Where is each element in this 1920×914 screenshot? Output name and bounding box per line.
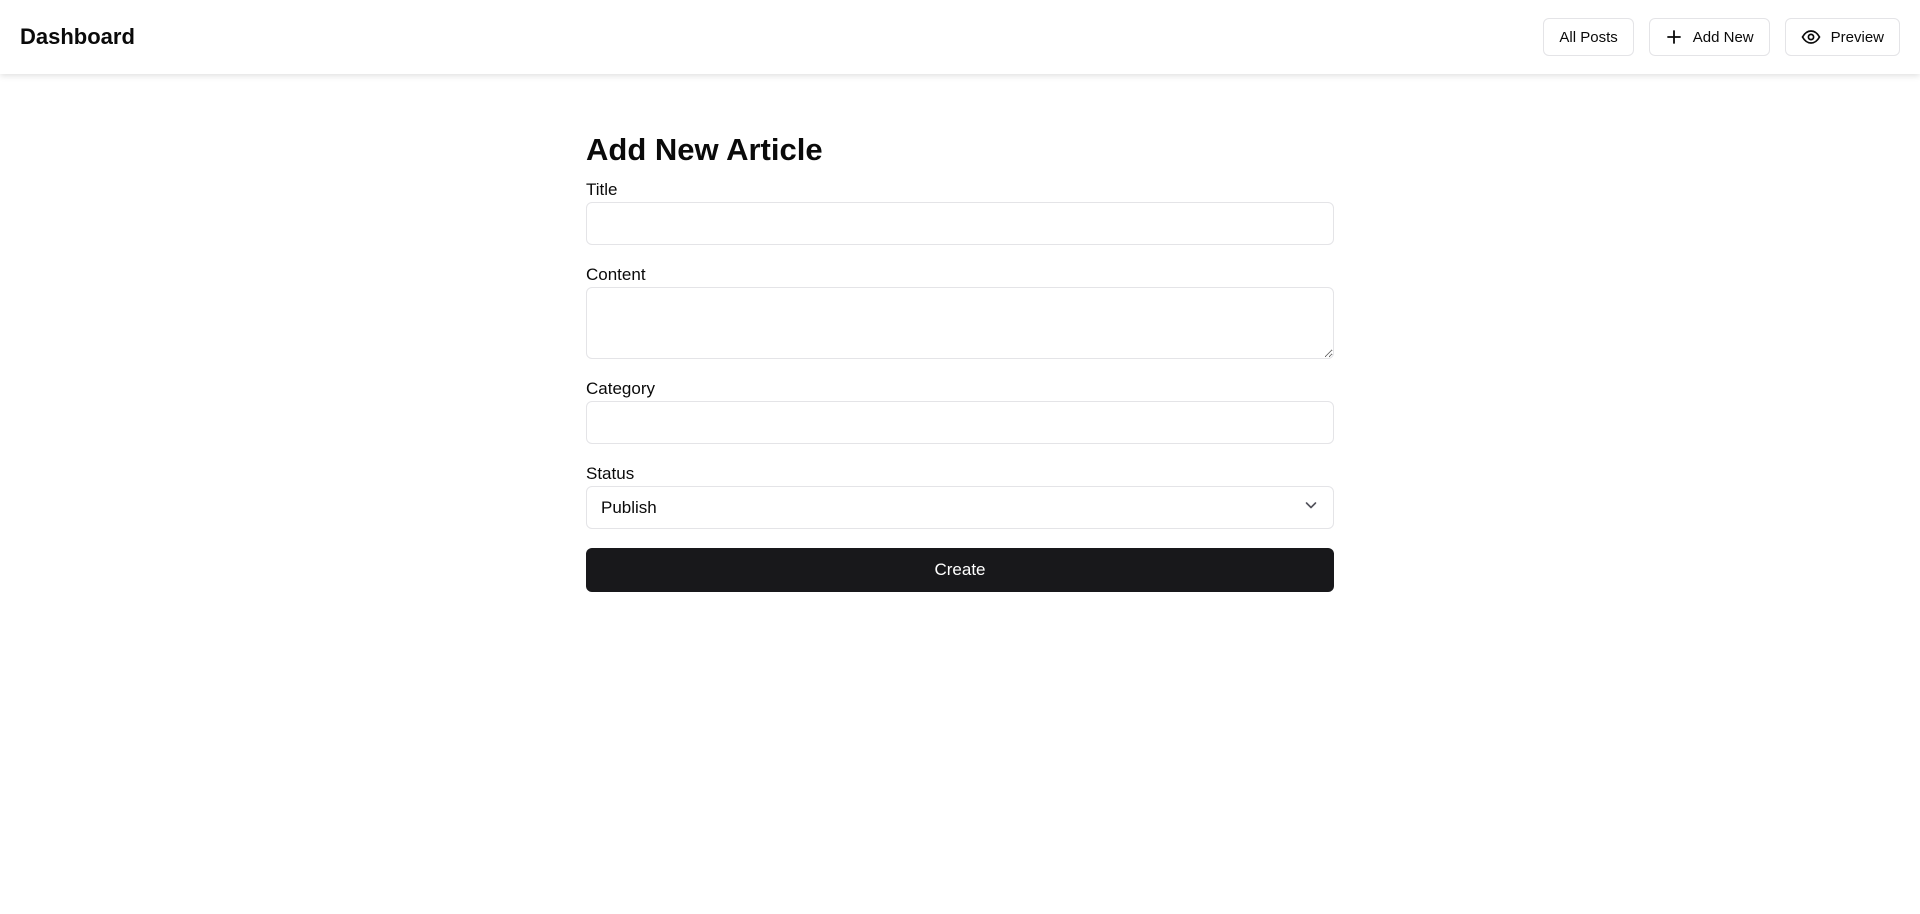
content-field-group: Content xyxy=(586,265,1334,359)
add-new-button[interactable]: Add New xyxy=(1648,18,1770,56)
plus-icon xyxy=(1665,28,1683,46)
add-new-label: Add New xyxy=(1692,28,1754,46)
header-nav: All Posts Add New Preview xyxy=(1543,18,1900,56)
status-select[interactable]: Publish xyxy=(586,486,1334,529)
preview-button[interactable]: Preview xyxy=(1784,18,1900,56)
category-label: Category xyxy=(586,379,655,398)
create-button[interactable]: Create xyxy=(586,548,1334,592)
status-selected-value: Publish xyxy=(601,497,657,517)
category-input[interactable] xyxy=(586,401,1334,444)
brand-title: Dashboard xyxy=(20,24,135,49)
content-label: Content xyxy=(586,265,646,284)
chevron-down-icon xyxy=(1303,497,1319,518)
title-label: Title xyxy=(586,180,618,199)
title-field-group: Title xyxy=(586,180,1334,245)
eye-icon xyxy=(1801,28,1821,46)
status-field-group: Status Publish xyxy=(586,464,1334,529)
top-navbar: Dashboard All Posts Add New Preview xyxy=(0,0,1920,74)
all-posts-label: All Posts xyxy=(1559,28,1618,46)
page-title: Add New Article xyxy=(586,132,823,167)
preview-label: Preview xyxy=(1830,28,1884,46)
add-article-form: Add New Article Title Content Category S… xyxy=(586,132,1334,592)
content-textarea[interactable] xyxy=(586,287,1334,359)
category-field-group: Category xyxy=(586,379,1334,444)
title-input[interactable] xyxy=(586,202,1334,245)
all-posts-button[interactable]: All Posts xyxy=(1543,18,1634,56)
status-label: Status xyxy=(586,464,635,483)
